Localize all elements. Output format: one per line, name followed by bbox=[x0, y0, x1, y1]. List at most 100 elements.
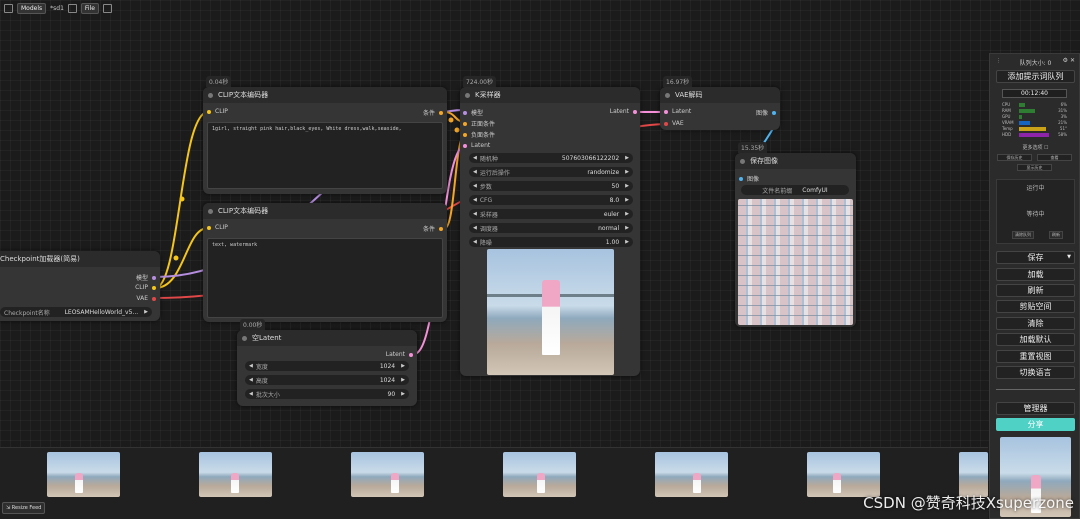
node-header[interactable]: 空Latent bbox=[237, 330, 417, 346]
watermark: CSDN @赞奇科技Xsuperzone bbox=[863, 494, 1074, 512]
input-model[interactable]: 模型 bbox=[463, 108, 483, 117]
batch-size-widget[interactable]: ◀ 批次大小 90 ▶ bbox=[245, 389, 409, 399]
collapse-dot-icon[interactable] bbox=[242, 335, 247, 341]
refresh-queue-button[interactable]: 刷新 bbox=[1049, 231, 1063, 239]
settings-close-icons[interactable]: ⚙ ✕ bbox=[1063, 57, 1075, 64]
node-header[interactable]: CLIP文本编码器 bbox=[203, 87, 447, 103]
reset-view-button[interactable]: 重置视图 bbox=[996, 350, 1075, 363]
feed-thumbnail[interactable] bbox=[47, 452, 120, 497]
clear-button[interactable]: 清除 bbox=[996, 317, 1075, 330]
feed-thumbnail[interactable] bbox=[199, 452, 272, 497]
clear-queue-button[interactable]: 清除队列 bbox=[1012, 231, 1034, 239]
image-feed: ⇲ Resize Feed bbox=[0, 447, 988, 519]
queue-prompt-button[interactable]: 添加提示词队列 bbox=[996, 70, 1075, 83]
output-conditioning[interactable]: 条件 bbox=[423, 108, 443, 117]
node-time-badge: 0.04秒 bbox=[206, 76, 232, 87]
node-time-badge: 0.00秒 bbox=[240, 319, 266, 330]
node-title: CLIP文本编码器 bbox=[218, 207, 269, 215]
save-image-node[interactable]: 15.35秒 保存图像 图像 文件名前缀 ComfyUI bbox=[735, 142, 856, 327]
node-time-badge: 15.35秒 bbox=[738, 142, 768, 153]
queue-list: 运行中 等待中 清除队列 刷新 bbox=[996, 179, 1075, 244]
input-latent[interactable]: Latent bbox=[463, 142, 490, 149]
running-label: 运行中 bbox=[1026, 185, 1045, 192]
clip-text-encode-node-positive[interactable]: 0.04秒 CLIP文本编码器 CLIP 条件 1girl, straight … bbox=[203, 76, 447, 194]
width-widget[interactable]: ◀ 宽度 1024 ▶ bbox=[245, 361, 409, 371]
input-negative[interactable]: 负面条件 bbox=[463, 130, 495, 139]
output-latent[interactable]: Latent bbox=[610, 108, 637, 115]
elapsed-timer: 00:12:40 bbox=[1002, 89, 1067, 98]
steps-widget[interactable]: ◀ 步数 50 ▶ bbox=[469, 181, 633, 191]
feed-thumbnail[interactable] bbox=[959, 452, 988, 497]
output-vae[interactable]: VAE bbox=[136, 295, 156, 302]
output-model[interactable]: 模型 bbox=[136, 273, 156, 282]
height-widget[interactable]: ◀ 高度 1024 ▶ bbox=[245, 375, 409, 385]
node-title: Checkpoint加载器(简易) bbox=[0, 255, 80, 263]
feed-thumbnail[interactable] bbox=[351, 452, 424, 497]
ksampler-node[interactable]: 724.00秒 K采样器 模型 正面条件 负面条件 Latent Latent … bbox=[460, 76, 640, 376]
collapse-dot-icon[interactable] bbox=[208, 92, 213, 98]
saved-images-grid[interactable] bbox=[738, 199, 853, 325]
cfg-widget[interactable]: ◀ CFG 8.0 ▶ bbox=[469, 195, 633, 205]
node-time-badge: 16.97秒 bbox=[663, 76, 693, 87]
load-button[interactable]: 加载 bbox=[996, 268, 1075, 281]
empty-latent-node[interactable]: 0.00秒 空Latent Latent ◀ 宽度 1024 ▶ ◀ 高度 1024 ▶ ◀… bbox=[237, 319, 417, 406]
preview-image[interactable] bbox=[487, 249, 614, 375]
feed-thumbnail[interactable] bbox=[503, 452, 576, 497]
sampler-widget[interactable]: ◀ 采样器 euler ▶ bbox=[469, 209, 633, 219]
denoise-widget[interactable]: ◀ 降噪 1.00 ▶ bbox=[469, 237, 633, 247]
arrow-right-icon: ▶ bbox=[144, 309, 148, 315]
stat-ram: RAM 31% bbox=[1002, 108, 1067, 113]
seed-widget[interactable]: ◀ 随机种 507603066122202 ▶ bbox=[469, 153, 633, 163]
save-history-button[interactable]: 保存历史 bbox=[997, 154, 1032, 161]
input-images[interactable]: 图像 bbox=[739, 174, 759, 183]
stat-vram: VRAM 21% bbox=[1002, 120, 1067, 125]
input-clip[interactable]: CLIP bbox=[207, 108, 228, 115]
output-clip[interactable]: CLIP bbox=[135, 284, 156, 291]
node-header[interactable]: VAE解码 bbox=[660, 87, 780, 103]
vae-decode-node[interactable]: 16.97秒 VAE解码 Latent VAE 图像 bbox=[660, 76, 780, 130]
input-samples[interactable]: Latent bbox=[664, 108, 691, 115]
control-after-generate-widget[interactable]: ◀ 运行后操作 randomize ▶ bbox=[469, 167, 633, 177]
resize-feed-button[interactable]: ⇲ Resize Feed bbox=[2, 502, 46, 514]
output-latent[interactable]: Latent bbox=[386, 351, 413, 358]
collapse-dot-icon[interactable] bbox=[465, 92, 470, 98]
node-header[interactable]: 保存图像 bbox=[735, 153, 856, 169]
clipspace-button[interactable]: 剪贴空间 bbox=[996, 300, 1075, 313]
save-button[interactable]: 保存 ▼ bbox=[996, 251, 1075, 264]
input-positive[interactable]: 正面条件 bbox=[463, 119, 495, 128]
collapse-dot-icon[interactable] bbox=[208, 208, 213, 214]
checkpoint-loader-node[interactable]: Checkpoint加载器(简易) 模型 CLIP VAE Checkpoint… bbox=[0, 251, 160, 321]
checkpoint-name-select[interactable]: Checkpoint名称 LEOSAMHelloWorld_v5... ▶ bbox=[0, 307, 152, 317]
collapse-dot-icon[interactable] bbox=[665, 92, 670, 98]
node-header[interactable]: Checkpoint加载器(简易) bbox=[0, 251, 160, 267]
share-button[interactable]: 分享 bbox=[996, 418, 1075, 431]
negative-prompt-textarea[interactable]: text, watermark bbox=[207, 238, 443, 318]
stat-gpu: GPU 3% bbox=[1002, 114, 1067, 119]
more-options-toggle[interactable]: 更多选项 ☐ bbox=[990, 144, 1080, 151]
node-header[interactable]: CLIP文本编码器 bbox=[203, 203, 447, 219]
node-time-badge: 724.00秒 bbox=[463, 76, 496, 87]
clip-text-encode-node-negative[interactable]: CLIP文本编码器 CLIP 条件 text, watermark bbox=[203, 203, 447, 322]
manager-button[interactable]: 管理器 bbox=[996, 402, 1075, 415]
feed-thumbnail[interactable] bbox=[807, 452, 880, 497]
input-vae[interactable]: VAE bbox=[664, 120, 684, 127]
load-default-button[interactable]: 加载默认 bbox=[996, 333, 1075, 346]
collapse-dot-icon[interactable] bbox=[740, 158, 745, 164]
pending-label: 等待中 bbox=[1026, 211, 1045, 218]
chevron-down-icon[interactable]: ▼ bbox=[1067, 252, 1071, 263]
stat-cpu: CPU 6% bbox=[1002, 102, 1067, 107]
feed-thumbnail[interactable] bbox=[655, 452, 728, 497]
refresh-button[interactable]: 刷新 bbox=[996, 284, 1075, 297]
node-title: VAE解码 bbox=[675, 91, 703, 99]
filename-prefix-widget[interactable]: 文件名前缀 ComfyUI bbox=[741, 185, 849, 195]
prompt-textarea[interactable]: 1girl, straight pink hair,black_eyes, Wh… bbox=[207, 122, 443, 189]
scheduler-widget[interactable]: ◀ 调度器 normal ▶ bbox=[469, 223, 633, 233]
node-title: CLIP文本编码器 bbox=[218, 91, 269, 99]
switch-language-button[interactable]: 切换语言 bbox=[996, 366, 1075, 379]
input-clip[interactable]: CLIP bbox=[207, 224, 228, 231]
view-button[interactable]: 查看 bbox=[1037, 154, 1072, 161]
show-history-button[interactable]: 显示历史 bbox=[1017, 164, 1052, 171]
node-header[interactable]: K采样器 bbox=[460, 87, 640, 103]
output-image[interactable]: 图像 bbox=[756, 108, 776, 117]
output-conditioning[interactable]: 条件 bbox=[423, 224, 443, 233]
